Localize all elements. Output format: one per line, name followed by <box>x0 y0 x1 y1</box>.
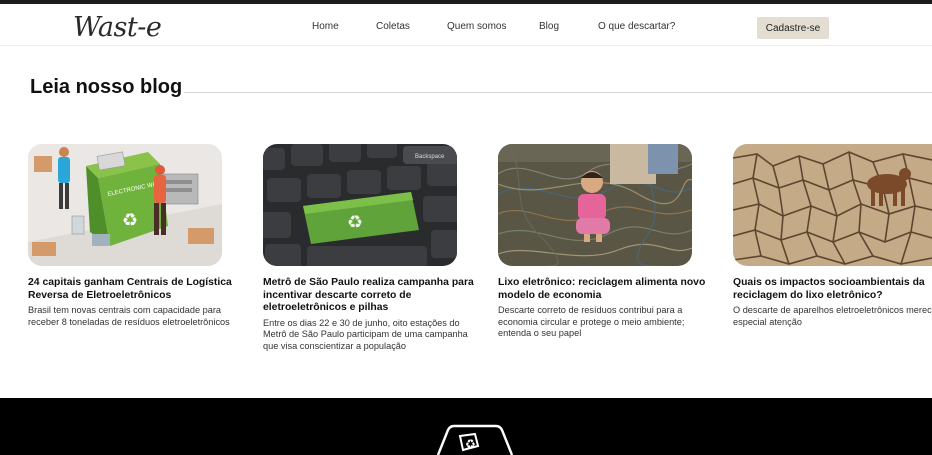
nav-o-que-descartar[interactable]: O que descartar? <box>598 21 675 32</box>
blog-card-1[interactable]: ELECTRONIC WASTE ♻ 24 capitais ganham Ce… <box>28 144 250 328</box>
site-footer: ♻ <box>0 398 932 455</box>
blog-card-1-title[interactable]: 24 capitais ganham Centrais de Logística… <box>28 277 250 302</box>
signup-button[interactable]: Cadastre-se <box>757 17 829 39</box>
nav-blog[interactable]: Blog <box>539 21 559 32</box>
blog-card-3[interactable]: Lixo eletrônico: reciclagem alimenta nov… <box>498 144 720 339</box>
recycle-bin-icon: ♻ <box>436 424 514 455</box>
blog-card-1-description: Brasil tem novas centrais com capacidade… <box>28 305 230 327</box>
nav-home[interactable]: Home <box>312 21 339 32</box>
brand-logo[interactable]: Wast-e <box>73 12 162 43</box>
blog-card-1-image[interactable]: ELECTRONIC WASTE ♻ <box>28 144 222 266</box>
blog-card-4-title[interactable]: Quais os impactos socioambientais da rec… <box>733 277 932 302</box>
blog-card-3-description: Descarte correto de resíduos contribui p… <box>498 305 685 338</box>
blog-card-2-description: Entre os dias 22 e 30 de junho, oito est… <box>263 317 468 351</box>
nav-coletas[interactable]: Coletas <box>376 21 410 32</box>
recycle-icon: ♻ <box>122 210 138 231</box>
blog-card-3-image[interactable] <box>498 144 692 266</box>
blog-card-4[interactable]: Quais os impactos socioambientais da rec… <box>733 144 932 328</box>
child-on-cables-photo <box>498 144 692 266</box>
electronic-waste-illustration: ELECTRONIC WASTE ♻ <box>28 144 222 266</box>
keyboard-recycle-photo: Backspace ♻ <box>263 144 457 266</box>
cracked-soil-photo <box>733 144 932 266</box>
backspace-key-label: Backspace <box>415 154 445 160</box>
blog-card-3-title[interactable]: Lixo eletrônico: reciclagem alimenta nov… <box>498 277 720 302</box>
section-title-divider <box>184 92 932 93</box>
section-title: Leia nosso blog <box>30 76 183 98</box>
blog-card-2-image[interactable]: Backspace ♻ <box>263 144 457 266</box>
svg-text:♻: ♻ <box>465 437 476 451</box>
blog-card-4-description: O descarte de aparelhos eletroeletrônico… <box>733 305 932 327</box>
blog-card-2-title[interactable]: Metrô de São Paulo realiza campanha para… <box>263 277 485 315</box>
recycle-icon: ♻ <box>347 212 363 233</box>
blog-card-2[interactable]: Backspace ♻ Metrô de São Paulo realiza c… <box>263 144 485 352</box>
site-header: Wast-e Home Coletas Quem somos Blog O qu… <box>0 4 932 46</box>
blog-card-4-image[interactable] <box>733 144 932 266</box>
nav-quem-somos[interactable]: Quem somos <box>447 21 506 32</box>
